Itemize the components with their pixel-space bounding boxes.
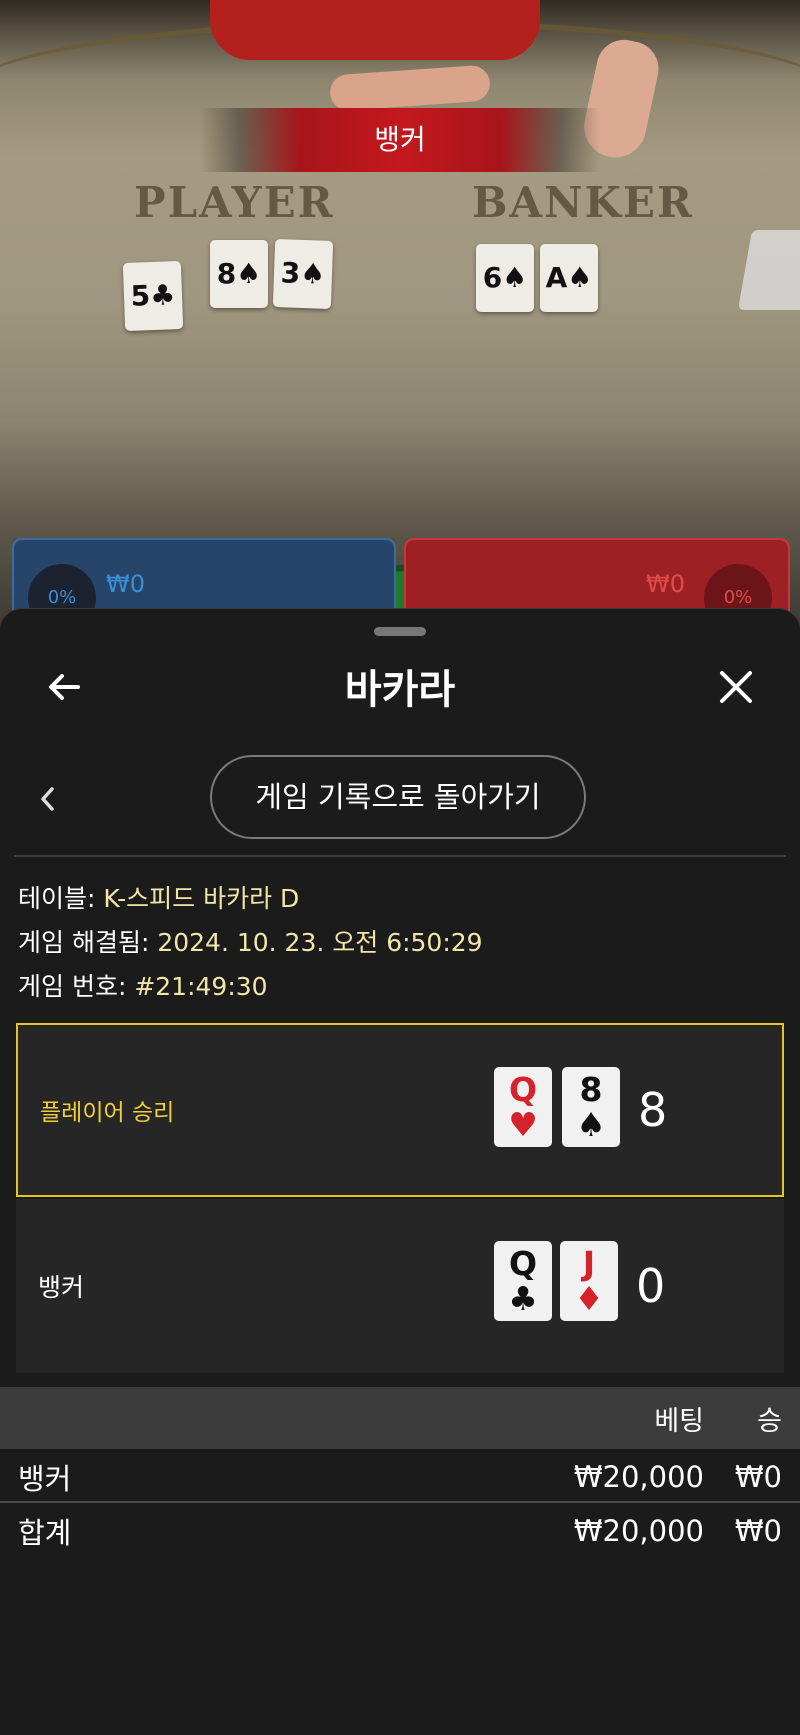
- live-video-feed: 뱅커 PLAYER BANKER 5♣ 8♠ 3♠ 6♠ A♠ 0% ₩0 0%…: [0, 0, 800, 640]
- dealer-figure: [210, 0, 540, 60]
- close-icon[interactable]: [712, 663, 760, 711]
- banker-hand-result: 뱅커 Q ♣ J ♦ 0: [16, 1199, 784, 1373]
- banker-hand-label: 뱅커: [38, 1273, 85, 1302]
- club-suit-icon: ♣: [508, 1279, 538, 1318]
- table-info-value: K-스피드 바카라 D: [103, 884, 300, 913]
- felt-banker-card-1: 6♠: [476, 244, 534, 312]
- total-win-amount: ₩0: [734, 1514, 782, 1548]
- felt-banker-card-2: A♠: [540, 244, 598, 312]
- player-hand-result: 플레이어 승리 Q ♥ 8 ♠ 8: [16, 1023, 784, 1197]
- player-card-2: 8 ♠: [562, 1067, 620, 1147]
- player-card-1: Q ♥: [494, 1067, 552, 1147]
- banker-bet-amount: ₩0: [646, 570, 685, 598]
- sheet-drag-handle[interactable]: [374, 627, 426, 636]
- player-hand-total: 8: [638, 1083, 668, 1137]
- resolved-info-value: 2024. 10. 23. 오전 6:50:29: [157, 928, 483, 957]
- card-shoe: [737, 230, 800, 310]
- sheet-title: 바카라: [344, 667, 456, 713]
- felt-player-card-3: 3♠: [272, 239, 334, 309]
- card-rank: J: [582, 1244, 596, 1283]
- bets-total-row: 합계 ₩20,000 ₩0: [0, 1505, 800, 1557]
- bets-table-header: 베팅 승: [0, 1387, 800, 1449]
- total-label: 합계: [18, 1516, 72, 1550]
- total-bet-amount: ₩20,000: [573, 1514, 704, 1548]
- back-to-history-button[interactable]: 게임 기록으로 돌아가기: [210, 755, 586, 839]
- resolved-info: 게임 해결됨: 2024. 10. 23. 오전 6:50:29: [18, 923, 483, 959]
- card-rank: 8: [579, 1070, 603, 1109]
- card-rank: Q: [508, 1070, 538, 1109]
- felt-player-card-2: 8♠: [210, 240, 268, 308]
- player-bet-amount: ₩0: [106, 570, 145, 598]
- round-result-banner: 뱅커: [200, 108, 600, 172]
- section-divider: [14, 855, 786, 857]
- heart-suit-icon: ♥: [508, 1105, 538, 1144]
- table-info: 테이블: K-스피드 바카라 D: [18, 879, 299, 915]
- banker-card-2: J ♦: [560, 1241, 618, 1321]
- bet-type: 뱅커: [18, 1462, 72, 1496]
- banker-hand-total: 0: [636, 1259, 666, 1313]
- felt-banker-label: BANKER: [472, 178, 694, 227]
- game-number-info: 게임 번호: #21:49:30: [18, 967, 268, 1003]
- game-details-sheet: 바카라 게임 기록으로 돌아가기 테이블: K-스피드 바카라 D 게임 해결됨…: [0, 608, 800, 1735]
- chevron-left-icon[interactable]: [24, 775, 72, 823]
- row-divider: [0, 1501, 800, 1503]
- table-info-label: 테이블:: [18, 884, 104, 913]
- felt-player-card-1: 5♣: [122, 261, 184, 331]
- game-number-label: 게임 번호:: [18, 972, 135, 1001]
- diamond-suit-icon: ♦: [574, 1279, 604, 1318]
- banker-card-1: Q ♣: [494, 1241, 552, 1321]
- win-column-header: 승: [757, 1405, 782, 1437]
- game-number-value: #21:49:30: [134, 972, 268, 1001]
- bets-table-row: 뱅커 ₩20,000 ₩0: [0, 1451, 800, 1503]
- spade-suit-icon: ♠: [576, 1105, 606, 1144]
- player-hand-label: 플레이어 승리: [40, 1100, 175, 1126]
- felt-player-label: PLAYER: [134, 178, 335, 227]
- card-rank: Q: [508, 1244, 538, 1283]
- resolved-info-label: 게임 해결됨:: [18, 928, 158, 957]
- bet-amount: ₩20,000: [573, 1460, 704, 1494]
- bet-column-header: 베팅: [654, 1405, 704, 1437]
- win-amount: ₩0: [734, 1460, 782, 1494]
